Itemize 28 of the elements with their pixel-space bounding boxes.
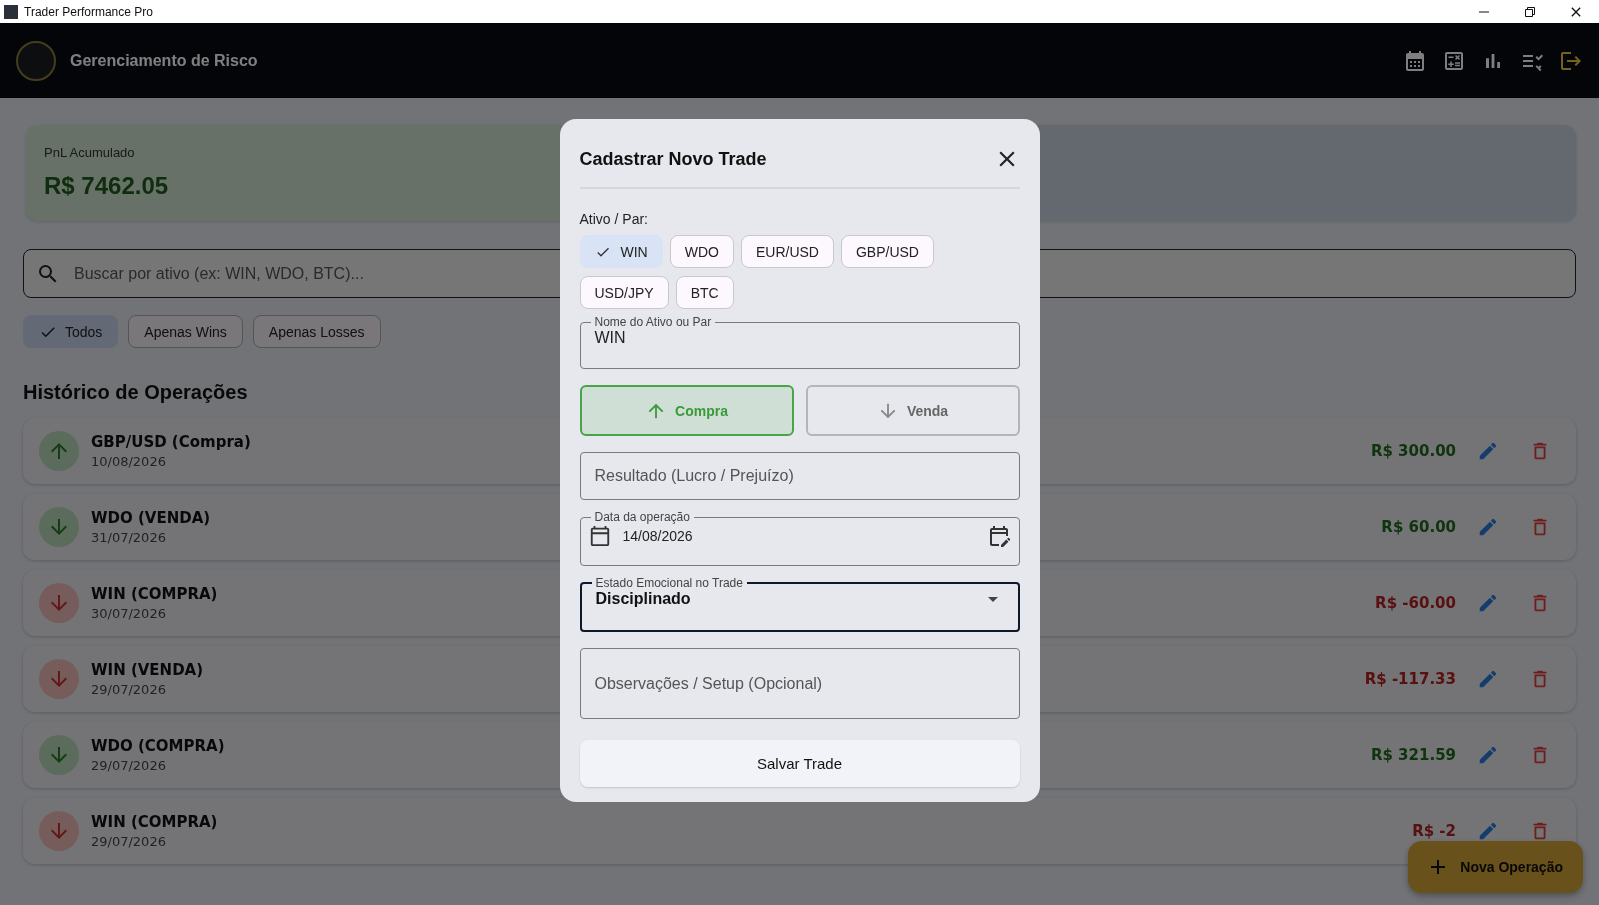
trade-title: GBP/USD (Compra): [91, 433, 251, 451]
trade-title: WIN (VENDA): [91, 661, 204, 679]
trade-title: WDO (VENDA): [91, 509, 211, 527]
card-value: R$ 7462.05: [44, 172, 169, 200]
field-label: Nome do Ativo ou Par: [593, 315, 713, 329]
trade-title: WDO (COMPRA): [91, 737, 225, 755]
card-label: PnL Acumulado: [44, 145, 135, 160]
trade-amount: R$ 321.59: [1370, 746, 1456, 764]
field-label: Estado Emocional no Trade: [594, 576, 744, 590]
trade-date: 10/08/2026: [91, 454, 167, 469]
trade-date: 31/07/2026: [91, 530, 167, 545]
trade-date: 29/07/2026: [91, 682, 167, 697]
trade-date: 29/07/2026: [91, 758, 167, 773]
trade-amount: R$ -117.33: [1364, 670, 1456, 688]
trade-amount: R$ 300.00: [1370, 442, 1456, 460]
trade-amount: R$ -60.00: [1375, 594, 1456, 612]
trade-amount: R$ 60.00: [1381, 518, 1456, 536]
field-label: Data da operação: [593, 510, 691, 524]
trade-amount: R$ -2: [1412, 822, 1456, 840]
app-title: Gerenciamento de Risco: [70, 51, 258, 70]
section-title: Histórico de Operações: [23, 381, 248, 404]
trade-date: 29/07/2026: [91, 834, 167, 849]
trade-date: 30/07/2026: [91, 606, 167, 621]
trade-title: WIN (COMPRA): [91, 585, 218, 603]
field-label: Ativo / Par:: [579, 211, 648, 227]
trade-title: WIN (COMPRA): [91, 813, 218, 831]
window-title: Trader Performance Pro: [24, 4, 153, 19]
dialog-title: Cadastrar Novo Trade: [579, 148, 767, 170]
